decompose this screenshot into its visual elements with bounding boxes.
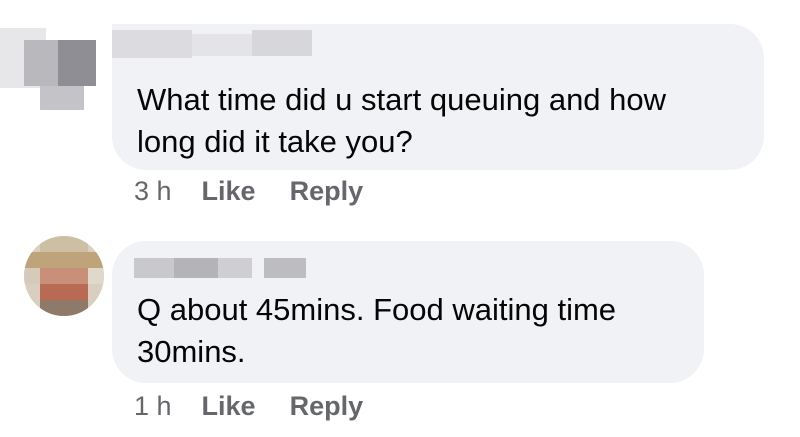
comment-text: What time did u start queuing and how lo…	[137, 82, 667, 159]
comment-timestamp[interactable]: 1 h	[134, 391, 172, 422]
comment-timestamp[interactable]: 3 h	[134, 176, 172, 207]
like-button[interactable]: Like	[202, 176, 256, 207]
reply-button[interactable]: Reply	[290, 391, 364, 422]
comment-thread: What time did u start queuing and how lo…	[0, 0, 800, 437]
like-button[interactable]: Like	[202, 391, 256, 422]
reply-button[interactable]: Reply	[290, 176, 364, 207]
author-name[interactable]	[134, 258, 306, 278]
comment-text: Q about 45mins. Food waiting time 30mins…	[137, 292, 617, 369]
comment-actions: 1 h Like Reply	[134, 391, 397, 422]
avatar[interactable]	[24, 236, 104, 316]
comment-actions: 3 h Like Reply	[134, 176, 397, 207]
